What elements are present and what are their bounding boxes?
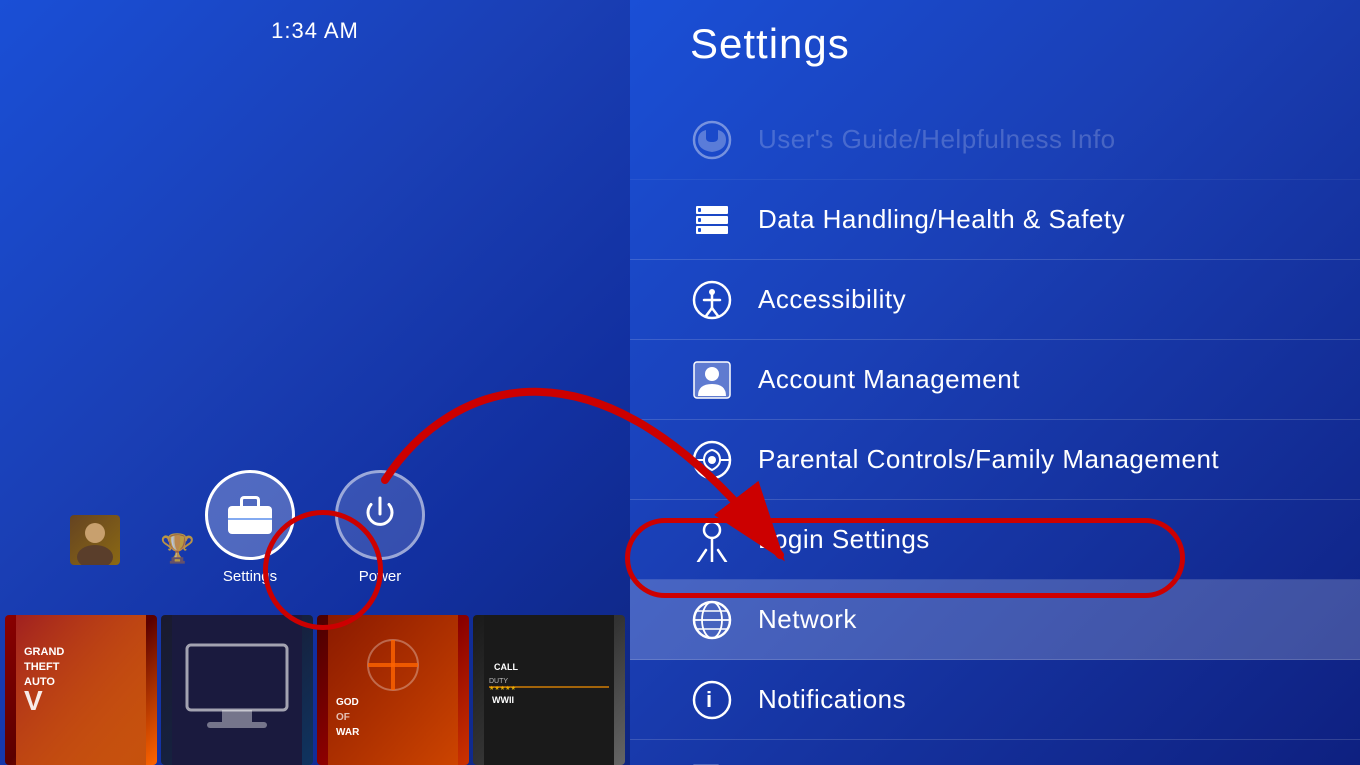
- svg-text:GOD: GOD: [336, 697, 359, 708]
- accessibility-icon: [690, 278, 734, 322]
- svg-text:DUTY: DUTY: [489, 678, 508, 685]
- settings-item-devices[interactable]: Devices: [630, 740, 1360, 765]
- data-handling-icon: [690, 198, 734, 242]
- notifications-icon: i: [690, 678, 734, 722]
- accessibility-label: Accessibility: [758, 284, 906, 315]
- network-label: Network: [758, 604, 857, 635]
- settings-item-account-management[interactable]: Account Management: [630, 340, 1360, 420]
- game-thumb-tv[interactable]: [161, 615, 313, 765]
- account-management-label: Account Management: [758, 364, 1020, 395]
- settings-item-data-handling[interactable]: Data Handling/Health & Safety: [630, 180, 1360, 260]
- users-guide-label: User's Guide/Helpfulness Info: [758, 124, 1116, 155]
- data-handling-label: Data Handling/Health & Safety: [758, 204, 1125, 235]
- settings-item-notifications[interactable]: i Notifications: [630, 660, 1360, 740]
- settings-item-parental-controls[interactable]: Parental Controls/Family Management: [630, 420, 1360, 500]
- devices-icon: [690, 758, 734, 765]
- power-svg-icon: [361, 496, 399, 534]
- settings-icon-item[interactable]: Settings: [205, 470, 295, 585]
- game-thumb-cod[interactable]: CALL DUTY WWII ★★★★★: [473, 615, 625, 765]
- settings-item-network[interactable]: Network: [630, 580, 1360, 660]
- game-thumb-gow[interactable]: GOD OF WAR: [317, 615, 469, 765]
- svg-text:OF: OF: [336, 712, 350, 723]
- svg-text:GRAND: GRAND: [24, 646, 64, 658]
- svg-text:THEFT: THEFT: [24, 661, 60, 673]
- bottom-icons-bar: Settings Power: [0, 470, 630, 585]
- parental-controls-icon: [690, 438, 734, 482]
- briefcase-icon: [228, 496, 272, 534]
- svg-text:WAR: WAR: [336, 727, 360, 738]
- settings-label: Settings: [223, 568, 277, 585]
- settings-title: Settings: [690, 20, 850, 68]
- settings-list: User's Guide/Helpfulness Info Data Handl…: [630, 100, 1360, 765]
- time-display: 1:34 AM: [0, 18, 630, 44]
- login-settings-icon: [690, 518, 734, 562]
- notifications-label: Notifications: [758, 684, 906, 715]
- game-thumb-gta[interactable]: GRAND THEFT AUTO V: [5, 615, 157, 765]
- left-panel: 1:34 AM 🏆 Settings: [0, 0, 630, 765]
- login-settings-label: Login Settings: [758, 524, 930, 555]
- account-management-icon: [690, 358, 734, 402]
- svg-text:CALL: CALL: [494, 662, 518, 672]
- network-icon: [690, 598, 734, 642]
- users-guide-icon: [690, 118, 734, 162]
- svg-text:★★★★★: ★★★★★: [489, 685, 516, 692]
- power-icon-circle[interactable]: [335, 470, 425, 560]
- settings-item-accessibility[interactable]: Accessibility: [630, 260, 1360, 340]
- power-icon-item[interactable]: Power: [335, 470, 425, 585]
- settings-item-users-guide[interactable]: User's Guide/Helpfulness Info: [630, 100, 1360, 180]
- power-label: Power: [359, 568, 402, 585]
- game-thumbnails: GRAND THEFT AUTO V: [0, 615, 630, 765]
- settings-icon-circle[interactable]: [205, 470, 295, 560]
- parental-controls-label: Parental Controls/Family Management: [758, 444, 1219, 475]
- settings-item-login-settings[interactable]: Login Settings: [630, 500, 1360, 580]
- svg-text:i: i: [706, 687, 712, 712]
- svg-text:WWII: WWII: [492, 695, 514, 705]
- svg-text:V: V: [24, 685, 43, 716]
- right-panel: Settings User's Guide/Helpfulness Info: [630, 0, 1360, 765]
